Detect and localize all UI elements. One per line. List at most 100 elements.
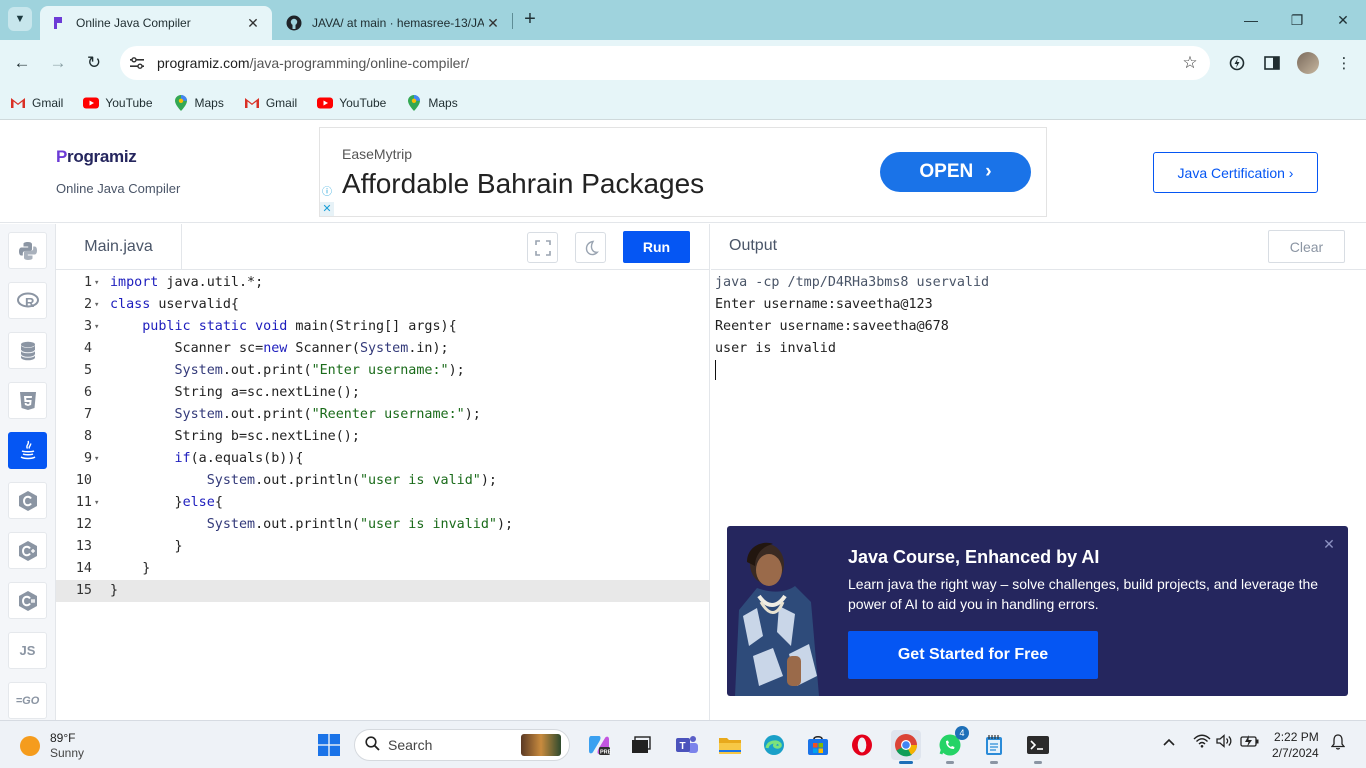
go-language-icon[interactable]: =GO [8, 682, 47, 719]
edge-browser-icon[interactable] [759, 730, 789, 760]
tab-online-java-compiler[interactable]: Online Java Compiler ✕ [40, 6, 272, 40]
ad-banner[interactable]: EaseMytrip Affordable Bahrain Packages O… [319, 127, 1047, 217]
code-line[interactable]: 14 } [56, 558, 710, 580]
fold-toggle-icon[interactable]: ▾ [94, 316, 104, 338]
fold-toggle-icon[interactable]: ▾ [94, 294, 104, 316]
new-tab-button[interactable]: + [520, 9, 540, 31]
code-line[interactable]: 1 ▾ import java.util.*; [56, 272, 710, 294]
bookmark-maps[interactable]: Maps [173, 94, 224, 111]
code-line[interactable]: 5 System.out.print("Enter username:"); [56, 360, 710, 382]
whatsapp-icon[interactable]: 4 [935, 726, 969, 764]
bookmark-gmail[interactable]: Gmail [10, 96, 63, 110]
maps-icon [406, 94, 422, 111]
notepad-icon[interactable] [979, 730, 1009, 764]
bookmark-youtube[interactable]: YouTube [317, 96, 386, 110]
chrome-menu-icon[interactable]: ⋮ [1333, 52, 1355, 74]
tab-github-java[interactable]: JAVA/ at main · hemasree-13/JA ✕ [276, 6, 512, 40]
ad-info-icon[interactable]: ⓘ [320, 186, 334, 200]
whatsapp-notification-badge: 4 [955, 726, 969, 740]
code-line[interactable]: 11 ▾ }else{ [56, 492, 710, 514]
minimize-button[interactable]: — [1228, 8, 1274, 32]
code-line[interactable]: 7 System.out.print("Reenter username:"); [56, 404, 710, 426]
profile-avatar[interactable] [1297, 52, 1319, 74]
code-editor-panel: Main.java Run 1 ▾ import java.util.*; 2 ▾ cla… [56, 224, 710, 720]
code-area[interactable]: 1 ▾ import java.util.*; 2 ▾ class uservalid{3… [56, 272, 710, 602]
code-line[interactable]: 4 Scanner sc=new Scanner(System.in); [56, 338, 710, 360]
svg-text:R: R [25, 295, 35, 310]
fullscreen-icon[interactable] [527, 232, 558, 263]
close-window-button[interactable]: ✕ [1320, 8, 1366, 32]
code-line[interactable]: 9 ▾ if(a.equals(b)){ [56, 448, 710, 470]
chrome-taskbar-icon[interactable] [891, 730, 921, 764]
promo-close-icon[interactable]: ✕ [1322, 537, 1336, 551]
task-view-icon[interactable] [626, 730, 656, 760]
fold-toggle-icon[interactable]: ▾ [94, 448, 104, 470]
code-line[interactable]: 15} [56, 580, 710, 602]
site-header: Programiz Online Java Compiler EaseMytri… [0, 121, 1366, 223]
code-text: if(a.equals(b)){ [174, 451, 304, 466]
html5-icon[interactable] [8, 382, 47, 419]
weather-widget[interactable]: 89°F Sunny [20, 731, 84, 761]
get-started-button[interactable]: Get Started for Free [848, 631, 1098, 679]
dark-mode-moon-icon[interactable] [575, 232, 606, 263]
running-app-indicator [946, 761, 954, 764]
extension-icon[interactable] [1226, 52, 1248, 74]
java-icon[interactable] [8, 432, 47, 469]
taskbar-search-box[interactable]: Search [354, 729, 570, 761]
csharp-icon[interactable] [8, 582, 47, 619]
bookmark-star-icon[interactable]: ☆ [1170, 53, 1210, 73]
java-certification-button[interactable]: Java Certification › [1153, 152, 1318, 193]
reload-icon[interactable]: ↻ [82, 51, 106, 75]
bookmark-youtube[interactable]: YouTube [83, 96, 153, 110]
teams-icon[interactable]: T [672, 730, 702, 760]
code-line[interactable]: 2 ▾ class uservalid{ [56, 294, 710, 316]
cpp-icon[interactable] [8, 532, 47, 569]
programiz-logo[interactable]: Programiz [56, 147, 137, 167]
forward-arrow-icon[interactable]: → [46, 51, 70, 75]
run-button[interactable]: Run [623, 231, 690, 263]
side-panel-icon[interactable] [1261, 52, 1283, 74]
bookmark-maps[interactable]: Maps [406, 94, 458, 111]
output-console[interactable]: java -cp /tmp/D4RHa3bms8 uservalid Enter … [715, 272, 989, 382]
code-line[interactable]: 8 String b=sc.nextLine(); [56, 426, 710, 448]
terminal-icon[interactable] [1023, 730, 1053, 764]
show-hidden-icons-chevron[interactable] [1162, 734, 1176, 750]
line-number: 1 [83, 275, 92, 290]
microsoft-store-icon[interactable] [803, 730, 833, 760]
restore-button[interactable]: ❐ [1274, 8, 1320, 32]
python-icon[interactable] [8, 232, 47, 269]
address-bar[interactable]: programiz.com/java-programming/online-co… [120, 46, 1210, 80]
file-explorer-icon[interactable] [715, 730, 745, 760]
windows-start-icon[interactable] [314, 730, 344, 760]
tab-search-button[interactable]: ▼ [8, 7, 32, 31]
code-line[interactable]: 12 System.out.println("user is invalid")… [56, 514, 710, 536]
bookmark-gmail[interactable]: Gmail [244, 96, 297, 110]
close-tab-icon[interactable]: ✕ [244, 15, 262, 32]
back-arrow-icon[interactable]: ← [10, 51, 34, 75]
javascript-icon[interactable]: JS [8, 632, 47, 669]
code-line[interactable]: 3 ▾ public static void main(String[] args… [56, 316, 710, 338]
clear-button[interactable]: Clear [1268, 230, 1345, 263]
wifi-icon[interactable] [1193, 734, 1211, 751]
sql-database-icon[interactable] [8, 332, 47, 369]
ad-open-button[interactable]: OPEN › [880, 152, 1031, 192]
copilot-icon[interactable]: PRE [584, 730, 614, 760]
fold-toggle-icon[interactable]: ▾ [94, 492, 104, 514]
system-clock[interactable]: 2:22 PM 2/7/2024 [1272, 729, 1319, 761]
battery-icon[interactable] [1240, 734, 1260, 751]
code-line[interactable]: 10 System.out.println("user is valid"); [56, 470, 710, 492]
output-input-caret[interactable] [715, 360, 989, 382]
close-tab-icon[interactable]: ✕ [484, 15, 502, 32]
c-language-icon[interactable] [8, 482, 47, 519]
code-line[interactable]: 6 String a=sc.nextLine(); [56, 382, 710, 404]
code-line[interactable]: 13 } [56, 536, 710, 558]
volume-icon[interactable] [1216, 734, 1234, 751]
opera-icon[interactable] [847, 730, 877, 760]
ad-close-icon[interactable]: ✕ [320, 202, 334, 216]
site-info-icon[interactable] [120, 57, 154, 69]
file-tab-main-java[interactable]: Main.java [56, 224, 182, 270]
bookmark-label: YouTube [339, 95, 387, 110]
fold-toggle-icon[interactable]: ▾ [94, 272, 104, 294]
r-language-icon[interactable]: R [8, 282, 47, 319]
notification-bell-icon[interactable] [1330, 734, 1346, 753]
